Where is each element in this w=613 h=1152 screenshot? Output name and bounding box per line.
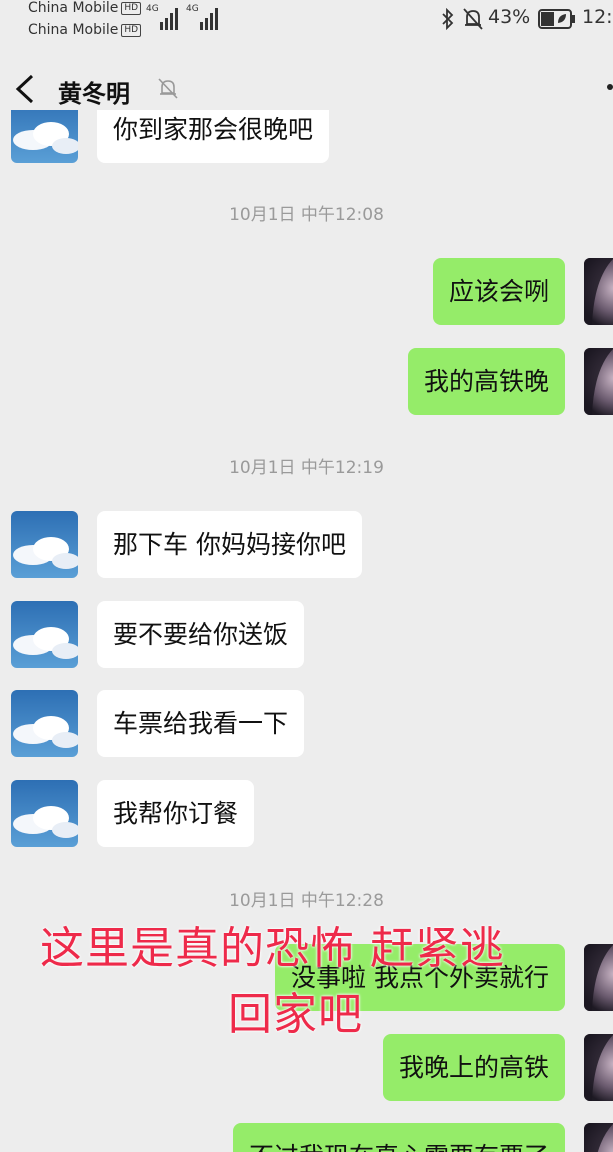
contact-avatar[interactable]	[11, 780, 78, 847]
message-bubble-outgoing[interactable]: 我的高铁晚	[407, 348, 565, 415]
clock: 12:	[582, 6, 613, 28]
bluetooth-icon	[442, 8, 454, 30]
message-bubble-outgoing[interactable]: 应该会咧	[432, 258, 565, 325]
hd-badge: HD	[121, 2, 142, 15]
carrier-label-1: China Mobile HD	[28, 0, 142, 16]
more-options-icon[interactable]	[607, 84, 613, 90]
my-avatar[interactable]	[584, 348, 613, 415]
contact-name: 黄冬明	[58, 80, 130, 108]
contact-avatar[interactable]	[11, 690, 78, 757]
muted-notification-icon	[158, 78, 178, 99]
message-bubble-outgoing[interactable]: 不过我现在真心需要有票了	[232, 1123, 565, 1152]
message-bubble-incoming[interactable]: 那下车 你妈妈接你吧	[97, 511, 362, 578]
message-bubble-incoming[interactable]: 我帮你订餐	[97, 780, 255, 847]
contact-avatar[interactable]	[11, 511, 78, 578]
overlay-caption-line-2: 回家吧	[228, 989, 363, 1040]
status-bar: China Mobile HD China Mobile HD 4G 4G 43% …	[0, 0, 613, 44]
message-bubble-outgoing[interactable]: 我晚上的高铁	[382, 1034, 565, 1101]
signal-icon-1: 4G	[146, 4, 182, 30]
message-bubble-incoming[interactable]: 要不要给你送饭	[97, 601, 305, 668]
hd-badge: HD	[121, 24, 142, 37]
my-avatar[interactable]	[584, 944, 613, 1011]
my-avatar[interactable]	[584, 1123, 613, 1152]
contact-avatar[interactable]	[11, 601, 78, 668]
timestamp: 10月1日 中午12:19	[229, 458, 384, 478]
mute-bell-icon	[463, 8, 483, 30]
message-bubble-incoming[interactable]: 你到家那会很晚吧	[97, 110, 330, 163]
carrier-label-2: China Mobile HD	[28, 22, 142, 38]
signal-icon-2: 4G	[186, 4, 222, 30]
battery-icon	[538, 9, 575, 29]
overlay-caption-line-1: 这里是真的恐怖 赶紧逃	[40, 923, 505, 974]
timestamp: 10月1日 中午12:08	[229, 205, 384, 225]
my-avatar[interactable]	[584, 1034, 613, 1101]
back-arrow-icon[interactable]	[12, 72, 42, 106]
my-avatar[interactable]	[584, 258, 613, 325]
message-bubble-incoming[interactable]: 车票给我看一下	[97, 690, 305, 757]
timestamp: 10月1日 中午12:28	[229, 891, 384, 911]
battery-percent: 43%	[488, 6, 531, 28]
contact-avatar[interactable]	[11, 110, 78, 163]
